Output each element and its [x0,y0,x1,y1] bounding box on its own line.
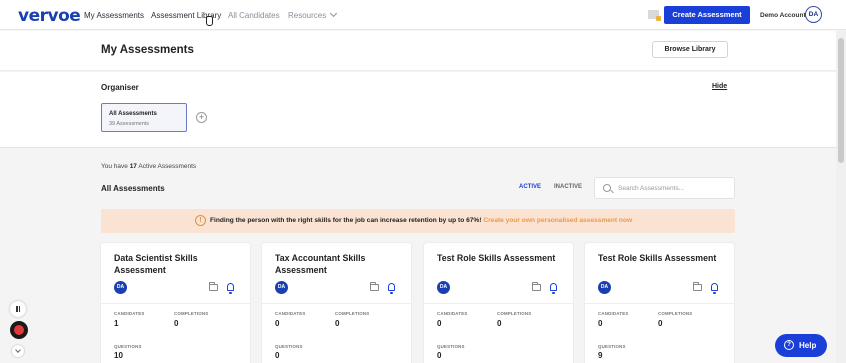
section-title: All Assessments [101,184,165,193]
folder-icon[interactable] [209,282,218,291]
assessment-card[interactable]: Data Scientist Skills Assessment DA CAND… [101,243,250,363]
folder-count: 39 Assessments [109,121,150,127]
create-assessment-button[interactable]: Create Assessment [664,6,750,24]
tab-inactive[interactable]: INACTIVE [554,184,582,190]
account-avatar[interactable]: DA [805,6,822,23]
card-avatar: DA [437,281,450,294]
candidates-label: CANDIDATES [114,311,145,316]
warning-icon: ! [195,215,206,226]
candidates-value: 0 [437,319,442,328]
browse-library-button[interactable]: Browse Library [652,41,728,58]
assessment-card[interactable]: Test Role Skills Assessment DA CANDIDATE… [424,243,573,363]
record-icon[interactable] [10,321,28,339]
completions-label: COMPLETIONS [335,311,370,316]
questions-label: QUESTIONS [598,344,626,349]
card-divider [585,303,734,304]
folder-icon[interactable] [693,282,702,291]
completions-value: 0 [174,319,179,328]
active-assessments-count: You have 17 Active Assessments [101,163,196,170]
banner-message: Finding the person with the right skills… [210,217,482,224]
card-title[interactable]: Data Scientist Skills Assessment [114,252,239,276]
questions-label: QUESTIONS [275,344,303,349]
count-prefix: You have [101,163,130,170]
card-title[interactable]: Tax Accountant Skills Assessment [275,252,400,276]
hand-cursor-icon [206,16,213,26]
assessment-card[interactable]: Test Role Skills Assessment DA CANDIDATE… [585,243,734,363]
card-avatar: DA [275,281,288,294]
search-input[interactable]: Search Assessments... [594,177,735,199]
folder-icon[interactable] [532,282,541,291]
count-value: 17 [129,163,137,170]
organiser-section: Organiser Hide All Assessments 39 Assess… [0,72,836,148]
completions-value: 0 [658,319,663,328]
search-placeholder: Search Assessments... [618,185,685,192]
card-divider [424,303,573,304]
assessment-card[interactable]: Tax Accountant Skills Assessment DA CAND… [262,243,411,363]
questions-value: 10 [114,351,123,360]
candidates-label: CANDIDATES [275,311,306,316]
questions-value: 9 [598,351,603,360]
questions-label: QUESTIONS [437,344,465,349]
add-folder-icon[interactable]: + [196,112,207,123]
page-header: My Assessments Browse Library [0,31,836,71]
candidates-value: 0 [275,319,280,328]
chevron-down-icon [330,9,338,18]
scrollbar-thumb[interactable] [838,38,844,163]
top-navigation-bar: vervoe My Assessments Assessment Library… [0,0,846,30]
completions-value: 0 [335,319,340,328]
card-divider [262,303,411,304]
completions-label: COMPLETIONS [497,311,532,316]
count-suffix: Active Assessments [136,163,197,170]
card-avatar: DA [598,281,611,294]
vervoe-logo[interactable]: vervoe [18,6,81,26]
completions-label: COMPLETIONS [658,311,693,316]
nav-my-assessments[interactable]: My Assessments [84,11,144,20]
banner-text: Finding the person with the right skills… [210,217,632,224]
help-button[interactable]: ? Help [775,334,827,357]
candidates-label: CANDIDATES [598,311,629,316]
card-title[interactable]: Test Role Skills Assessment [598,252,723,264]
help-label: Help [799,341,817,350]
hide-organiser-link[interactable]: Hide [712,83,727,90]
bell-icon[interactable] [550,283,557,294]
card-title[interactable]: Test Role Skills Assessment [437,252,562,264]
bell-icon[interactable] [388,283,395,294]
questions-value: 0 [275,351,280,360]
organiser-title: Organiser [101,83,139,92]
filter-icon[interactable] [648,10,661,21]
folder-all-assessments[interactable]: All Assessments 39 Assessments [101,103,187,132]
questions-value: 0 [437,351,442,360]
questions-label: QUESTIONS [114,344,142,349]
account-name[interactable]: Demo Account [760,12,806,19]
create-personalised-link[interactable]: Create your own personalised assessment … [483,217,632,224]
candidates-label: CANDIDATES [437,311,468,316]
tab-active[interactable]: ACTIVE [519,184,541,190]
card-divider [101,303,250,304]
search-icon [603,184,611,192]
retention-banner: ! Finding the person with the right skil… [101,209,735,233]
candidates-value: 1 [114,319,119,328]
folder-icon[interactable] [370,282,379,291]
nav-resources-label: Resources [288,11,327,20]
page-title: My Assessments [101,44,194,56]
pause-icon[interactable] [10,301,26,317]
bell-icon[interactable] [711,283,718,294]
folder-title: All Assessments [109,111,157,117]
completions-value: 0 [497,319,502,328]
candidates-value: 0 [598,319,603,328]
chevron-down-icon[interactable] [12,345,24,357]
nav-all-candidates[interactable]: All Candidates [228,11,280,20]
question-icon: ? [784,340,794,350]
nav-resources[interactable]: Resources [288,9,338,20]
card-avatar: DA [114,281,127,294]
bell-icon[interactable] [227,283,234,294]
completions-label: COMPLETIONS [174,311,209,316]
